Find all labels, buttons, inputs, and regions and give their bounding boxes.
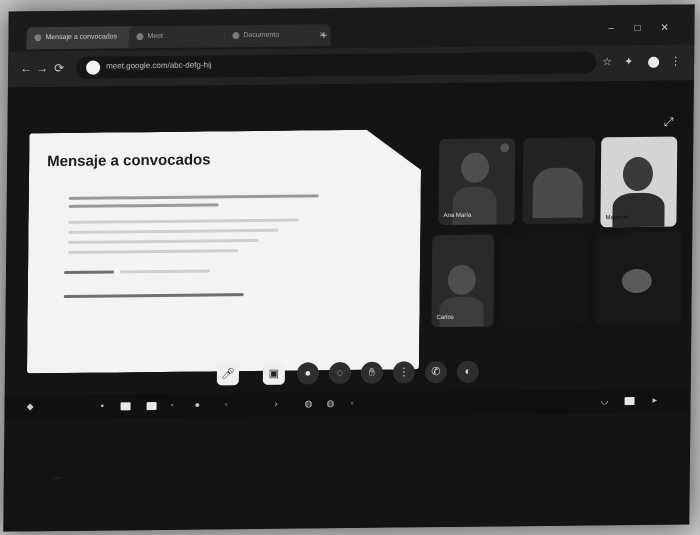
tab-favicon-icon bbox=[136, 32, 144, 40]
reload-button[interactable]: ⟳ bbox=[54, 61, 64, 75]
site-icon bbox=[86, 60, 101, 75]
avatar bbox=[621, 268, 652, 294]
taskbar-app-icon[interactable]: ◍ bbox=[305, 398, 313, 409]
more-options-icon[interactable]: ⋮ bbox=[392, 361, 416, 384]
star-icon[interactable]: ☆ bbox=[602, 55, 612, 68]
tab-meet[interactable]: Meet ✕ bbox=[128, 25, 235, 49]
taskbar-app-icon[interactable]: ◦ bbox=[351, 398, 354, 408]
forward-button[interactable]: → bbox=[36, 61, 48, 75]
laptop-screen: Mensaje a convocados ✕ Meet ✕ Documento … bbox=[3, 4, 695, 532]
avatar bbox=[622, 156, 654, 192]
text-line bbox=[69, 219, 299, 224]
url-text: meet.google.com/abc-defg-hij bbox=[106, 60, 212, 71]
laptop-logo: ◦◦◦ bbox=[51, 472, 62, 484]
chat-icon[interactable]: ◐ bbox=[456, 360, 480, 383]
text-line bbox=[64, 270, 114, 274]
battery-icon[interactable] bbox=[624, 397, 635, 406]
avatar-body bbox=[439, 296, 484, 328]
taskbar-app-icon[interactable]: ▪ bbox=[101, 401, 104, 411]
leave-call-icon[interactable]: ✆ bbox=[424, 360, 448, 384]
taskbar-app-icon[interactable]: ◦ bbox=[225, 399, 228, 409]
text-line bbox=[68, 229, 278, 234]
participant-tile[interactable] bbox=[522, 137, 596, 225]
mic-icon[interactable]: 🎤︎ bbox=[216, 363, 240, 386]
text-line bbox=[68, 239, 258, 244]
back-button[interactable]: ← bbox=[20, 61, 32, 75]
text-line bbox=[69, 194, 319, 200]
menu-icon[interactable]: ⋮ bbox=[670, 55, 681, 68]
close-window-button[interactable]: ✕ bbox=[660, 23, 669, 34]
avatar bbox=[447, 264, 477, 295]
profile-icon[interactable] bbox=[648, 56, 660, 68]
tab-favicon-icon bbox=[34, 33, 42, 41]
participant-name: Mauricio bbox=[605, 215, 629, 222]
present-icon[interactable]: ▣ bbox=[262, 362, 286, 385]
text-line bbox=[64, 293, 244, 298]
captions-icon[interactable]: ◌ bbox=[328, 361, 352, 385]
url-field[interactable]: meet.google.com/abc-defg-hij bbox=[76, 51, 597, 79]
tab-documento[interactable]: Documento ✕ bbox=[224, 24, 331, 48]
avatar-body bbox=[532, 167, 584, 219]
taskbar-app-icon[interactable]: › bbox=[275, 399, 278, 409]
notification-icon[interactable]: ▸ bbox=[653, 395, 658, 406]
text-line bbox=[120, 269, 210, 273]
new-tab-button[interactable]: + bbox=[320, 24, 327, 46]
maximize-button[interactable]: □ bbox=[634, 23, 640, 34]
participant-tile[interactable] bbox=[595, 232, 683, 326]
taskbar-app-icon[interactable] bbox=[120, 402, 131, 411]
wifi-icon[interactable]: ◡ bbox=[601, 395, 609, 406]
participant-tile[interactable] bbox=[499, 233, 589, 327]
taskbar-app-icon[interactable]: ● bbox=[195, 400, 201, 410]
tab-mensaje[interactable]: Mensaje a convocados ✕ bbox=[26, 26, 139, 50]
presentation-title: Mensaje a convocados bbox=[47, 151, 211, 171]
start-icon[interactable]: ◆ bbox=[27, 401, 34, 412]
avatar bbox=[460, 152, 490, 183]
meeting-area: ⤢ Mensaje a convocados Ana María Maurici… bbox=[3, 80, 694, 532]
avatar-body bbox=[452, 186, 497, 225]
participant-tile[interactable]: Mauricio bbox=[600, 136, 678, 228]
tab-favicon-icon bbox=[232, 31, 240, 39]
camera-icon[interactable]: ● bbox=[296, 362, 320, 385]
participant-tile[interactable]: Ana María bbox=[438, 138, 516, 226]
participant-tile[interactable]: Carlos bbox=[431, 234, 495, 328]
mail-icon[interactable] bbox=[146, 402, 157, 411]
taskbar-app-icon[interactable]: ◦ bbox=[171, 400, 174, 410]
participant-name: Ana María bbox=[443, 212, 472, 220]
minimize-button[interactable]: – bbox=[608, 23, 614, 34]
mic-off-icon bbox=[500, 143, 510, 153]
text-line bbox=[68, 249, 238, 254]
expand-icon[interactable]: ⤢ bbox=[664, 115, 674, 130]
text-line bbox=[69, 203, 219, 208]
taskbar-app-icon[interactable]: ◍ bbox=[327, 398, 335, 409]
participant-name: Carlos bbox=[436, 314, 454, 322]
extension-icon[interactable]: ✦ bbox=[624, 55, 633, 68]
presentation-panel: Mensaje a convocados bbox=[27, 129, 421, 373]
avatar-body bbox=[612, 192, 665, 228]
raise-hand-icon[interactable]: ✋︎ bbox=[360, 361, 384, 384]
